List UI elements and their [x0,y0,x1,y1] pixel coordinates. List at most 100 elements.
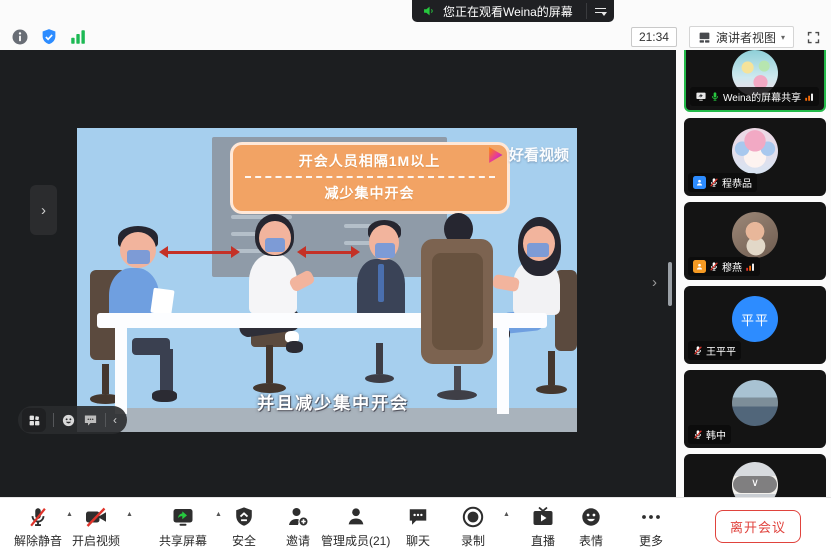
participant-name: Weina的屏幕共享 [723,89,801,104]
avatar [732,128,778,174]
video-options-caret[interactable]: ▲ [126,511,133,518]
avatar [732,380,778,426]
reactions-button[interactable]: 表情 [579,505,603,549]
co-host-badge-icon [693,176,706,189]
meeting-timer: 21:34 [631,27,677,47]
avatar-initials: 平平 [741,310,769,329]
stage-overlay-controls: ‹ [18,406,127,434]
security-button[interactable]: 安全 [232,505,256,549]
record-button[interactable]: 录制 ▲ [461,505,485,549]
screen-share-icon [695,91,707,102]
smiley-icon [61,413,76,428]
chat-icon [407,505,429,529]
mic-muted-icon [693,429,703,440]
participant-tile-muyan[interactable]: 穆燕 [684,202,826,280]
bottom-toolbar: 解除静音 ▲ 开启视频 ▲ 共享屏幕 ▲ 安全 邀请 管理成员(21) 聊天 录… [0,497,831,557]
shared-screen-stage: › 开会人员相隔1M以上 减少集中开会 好看视频 [0,50,676,497]
security-shield-button[interactable] [39,27,59,47]
avatar [732,212,778,258]
view-mode-button[interactable]: 演讲者视图 ▾ [689,26,794,48]
start-video-button[interactable]: 开启视频 ▲ [72,505,120,549]
participant-tile-chenggongpin[interactable]: 程恭品 [684,118,826,196]
shared-video-canvas: 开会人员相隔1M以上 减少集中开会 好看视频 [77,128,577,432]
avatar: 平平 [732,296,778,342]
participant-tag: 穆燕 [688,257,760,276]
grid-icon [28,414,41,427]
share-screen-button[interactable]: 共享屏幕 ▲ [159,505,207,549]
left-panel-toggle[interactable]: › [30,185,57,235]
participant-tile-weina[interactable]: Weina的屏幕共享 [684,50,826,112]
participant-tile-partial[interactable]: ∨ [684,454,826,497]
mic-muted-icon [27,505,49,529]
chat-bubble-icon [83,413,98,428]
live-stream-button[interactable]: 直播 [531,505,555,549]
watch-banner-text: 您正在观看Weina的屏幕 [443,3,573,20]
participant-name: 王平平 [706,343,736,358]
manage-members-button[interactable]: 管理成员(21) [321,505,390,549]
sidebar-collapse-toggle[interactable]: › [652,274,657,291]
apps-grid-button[interactable] [22,408,46,432]
stage-divider-handle[interactable] [668,262,672,306]
smiley-icon [580,505,602,529]
caption-line-1: 开会人员相隔1M以上 [233,151,507,171]
security-shield-icon [233,505,255,529]
host-badge-icon [693,260,706,273]
camera-muted-icon [84,505,108,529]
banner-menu-button[interactable] [586,3,606,19]
participants-sidebar: Weina的屏幕共享 程恭品 穆燕 平平 王平平 [676,50,831,497]
participant-tag: 程恭品 [688,173,757,192]
video-subtitle: 并且减少集中开会 [257,389,409,414]
more-button[interactable]: 更多 [639,505,663,549]
shield-check-icon [40,28,58,46]
participant-name: 穆燕 [722,259,742,274]
signal-bars-icon [745,262,755,272]
mic-on-icon [710,91,720,102]
participants-icon [345,505,367,529]
unmute-button[interactable]: 解除静音 ▲ [14,505,62,549]
screen-watch-banner: 您正在观看Weina的屏幕 [412,0,614,22]
live-tv-icon [531,505,555,529]
signal-bars-icon [69,28,87,46]
leave-meeting-button[interactable]: 离开会议 [715,510,801,543]
connection-signal-indicator [68,27,88,47]
view-mode-label: 演讲者视图 [716,29,776,46]
view-caret-down-icon: ▾ [781,33,785,42]
chat-button[interactable]: 聊天 [406,505,430,549]
speaker-view-icon [698,31,711,44]
info-icon [11,28,29,46]
speaker-icon [422,4,436,18]
mic-muted-icon [693,345,703,356]
fullscreen-button[interactable] [806,30,821,45]
record-options-caret[interactable]: ▲ [503,511,510,518]
mic-muted-icon [709,261,719,272]
illustration-executive-chair [415,213,500,414]
caption-bubble-button[interactable] [83,413,98,428]
invite-person-icon [286,505,310,529]
signal-bars-icon [804,92,814,102]
participant-tag: Weina的屏幕共享 [690,87,819,106]
record-icon [461,505,485,529]
collapse-controls-button[interactable]: ‹ [113,413,117,427]
meeting-info-button[interactable] [10,27,30,47]
share-options-caret[interactable]: ▲ [215,511,222,518]
participant-name: 韩中 [706,427,726,442]
hamburger-menu-icon [595,7,606,16]
share-screen-icon [171,505,195,529]
caption-line-2: 减少集中开会 [233,183,507,203]
participant-tag: 王平平 [688,341,741,360]
scroll-down-button[interactable]: ∨ [733,476,777,493]
caption-divider [245,176,495,178]
ellipsis-icon [639,505,663,529]
fullscreen-icon [806,30,821,45]
participant-name: 程恭品 [722,175,752,190]
play-logo-icon [485,145,505,165]
video-watermark: 好看视频 [485,144,569,165]
participant-tile-wangpingping[interactable]: 平平 王平平 [684,286,826,364]
reaction-smiley-button[interactable] [61,413,76,428]
watermark-text: 好看视频 [509,144,569,165]
invite-button[interactable]: 邀请 [286,505,310,549]
video-caption-banner: 开会人员相隔1M以上 减少集中开会 [230,142,510,214]
participant-tile-hanzhong[interactable]: 韩中 [684,370,826,448]
participant-tag: 韩中 [688,425,731,444]
mic-muted-icon [709,177,719,188]
